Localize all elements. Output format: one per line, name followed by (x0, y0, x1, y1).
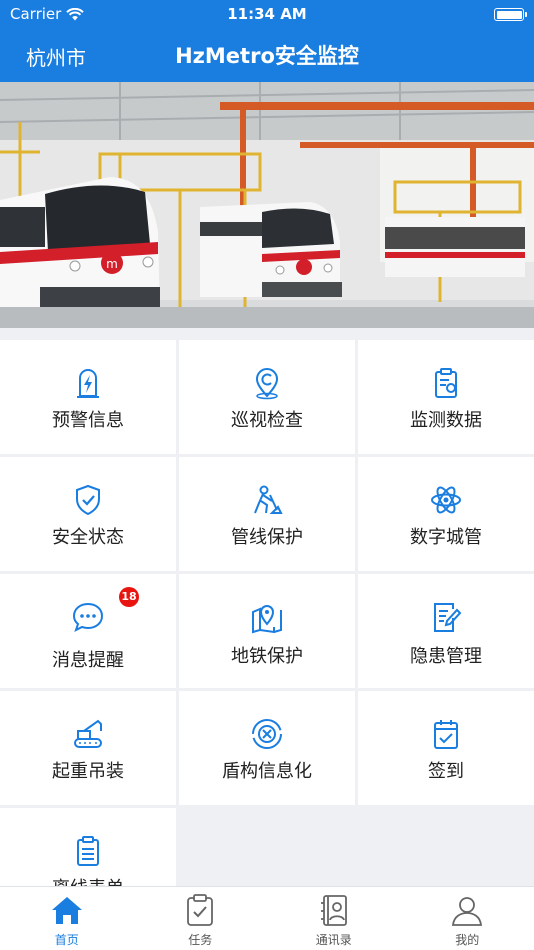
atom-icon (431, 486, 461, 514)
calendar-check-icon (434, 720, 458, 749)
tab-label: 通讯录 (315, 933, 352, 947)
grid-item-shield-informatization[interactable]: 盾构信息化 (179, 691, 355, 805)
grid-item-label: 预警信息 (52, 410, 124, 431)
tab-label: 任务 (188, 933, 213, 947)
function-grid: 预警信息 巡视检查 监测数据 安全状态 管线保护 数字城管 消息提醒 地铁保护 … (0, 340, 534, 886)
shield-machine-icon (252, 719, 282, 749)
contacts-book-icon (320, 895, 347, 926)
tab-mine[interactable]: 我的 (401, 887, 534, 950)
grid-item-monitoring-data[interactable]: 监测数据 (358, 340, 534, 454)
bottom-tab-bar: 首页 任务 通讯录 我的 (0, 886, 534, 950)
grid-item-label: 盾构信息化 (222, 761, 312, 782)
document-edit-icon (434, 603, 462, 632)
grid-item-label: 签到 (428, 761, 464, 782)
tab-label: 首页 (54, 933, 79, 947)
banner-image[interactable]: m (0, 82, 534, 328)
grid-item-offline-form[interactable]: 离线表单 (0, 808, 176, 886)
map-pin-icon (252, 605, 282, 634)
grid-item-crane-lifting[interactable]: 起重吊装 (0, 691, 176, 805)
grid-item-patrol-inspection[interactable]: 巡视检查 (179, 340, 355, 454)
grid-item-label: 安全状态 (52, 527, 124, 548)
chat-bubble-icon (72, 602, 104, 632)
grid-item-hazard-management[interactable]: 隐患管理 (358, 574, 534, 688)
grid-item-digital-city-management[interactable]: 数字城管 (358, 457, 534, 571)
tab-label: 我的 (455, 933, 480, 947)
grid-item-check-in[interactable]: 签到 (358, 691, 534, 805)
message-count-badge: 18 (119, 587, 139, 607)
grid-item-label: 巡视检查 (231, 410, 303, 431)
app-screen: Carrier 11:34 AM 杭州市 HzMetro安全监控 m 预警信息 … (0, 0, 534, 950)
grid-item-pipeline-protection[interactable]: 管线保护 (179, 457, 355, 571)
page-title: HzMetro安全监控 (175, 44, 359, 68)
status-bar: Carrier 11:34 AM (0, 0, 534, 28)
top-bar: Carrier 11:34 AM 杭州市 HzMetro安全监控 (0, 0, 534, 82)
svg-text:m: m (106, 257, 118, 271)
clipboard-data-icon (435, 368, 457, 398)
grid-item-label: 管线保护 (231, 527, 303, 548)
grid-item-label: 消息提醒 (52, 650, 124, 671)
tab-tasks[interactable]: 任务 (134, 887, 268, 950)
grid-item-label: 起重吊装 (52, 761, 124, 782)
grid-item-label: 监测数据 (410, 410, 482, 431)
battery-icon (494, 8, 527, 21)
crane-icon (74, 719, 102, 748)
grid-item-label: 离线表单 (0, 874, 176, 886)
grid-item-message-reminder[interactable]: 消息提醒 (0, 574, 176, 688)
patrol-location-icon (255, 368, 279, 400)
tab-contacts[interactable]: 通讯录 (267, 887, 401, 950)
grid-item-label: 地铁保护 (231, 646, 303, 667)
user-profile-icon (452, 897, 483, 926)
worker-digging-icon (254, 485, 283, 514)
grid-item-label: 隐患管理 (410, 646, 482, 667)
grid-item-warning-info[interactable]: 预警信息 (0, 340, 176, 454)
task-clipboard-icon (187, 894, 214, 926)
tab-home[interactable]: 首页 (0, 887, 134, 950)
status-time: 11:34 AM (227, 5, 307, 23)
home-icon (51, 897, 82, 924)
warning-lightning-icon (77, 369, 99, 398)
grid-item-metro-protection[interactable]: 地铁保护 (179, 574, 355, 688)
shield-check-icon (76, 484, 100, 516)
metro-depot-illustration: m (0, 82, 534, 328)
grid-item-label: 数字城管 (410, 527, 482, 548)
clipboard-list-icon (77, 836, 99, 866)
grid-item-safety-status[interactable]: 安全状态 (0, 457, 176, 571)
